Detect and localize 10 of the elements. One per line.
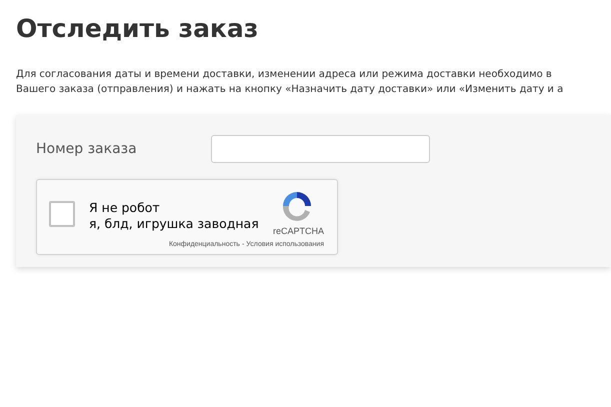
intro-text: Вашего заказа (отправления) и нажать на кнопку «Назначить дату доставки» или «Изменить дату и а <box>16 84 564 95</box>
order-number-label: Номер заказа <box>36 141 138 157</box>
page-title: Отследить заказ <box>16 14 260 43</box>
captcha-label: Я не робот <box>89 200 161 216</box>
intro-text: Для согласования даты и времени доставки, изменении адреса или режима доставки необходимо в <box>16 69 553 80</box>
captcha-checkbox[interactable] <box>49 201 75 227</box>
captcha-logo-icon <box>281 190 313 222</box>
captcha-brand: reCAPTCHA <box>272 226 324 236</box>
captcha-label: я, блд, игрушка заводная <box>89 216 259 232</box>
order-number-field[interactable] <box>211 135 430 163</box>
